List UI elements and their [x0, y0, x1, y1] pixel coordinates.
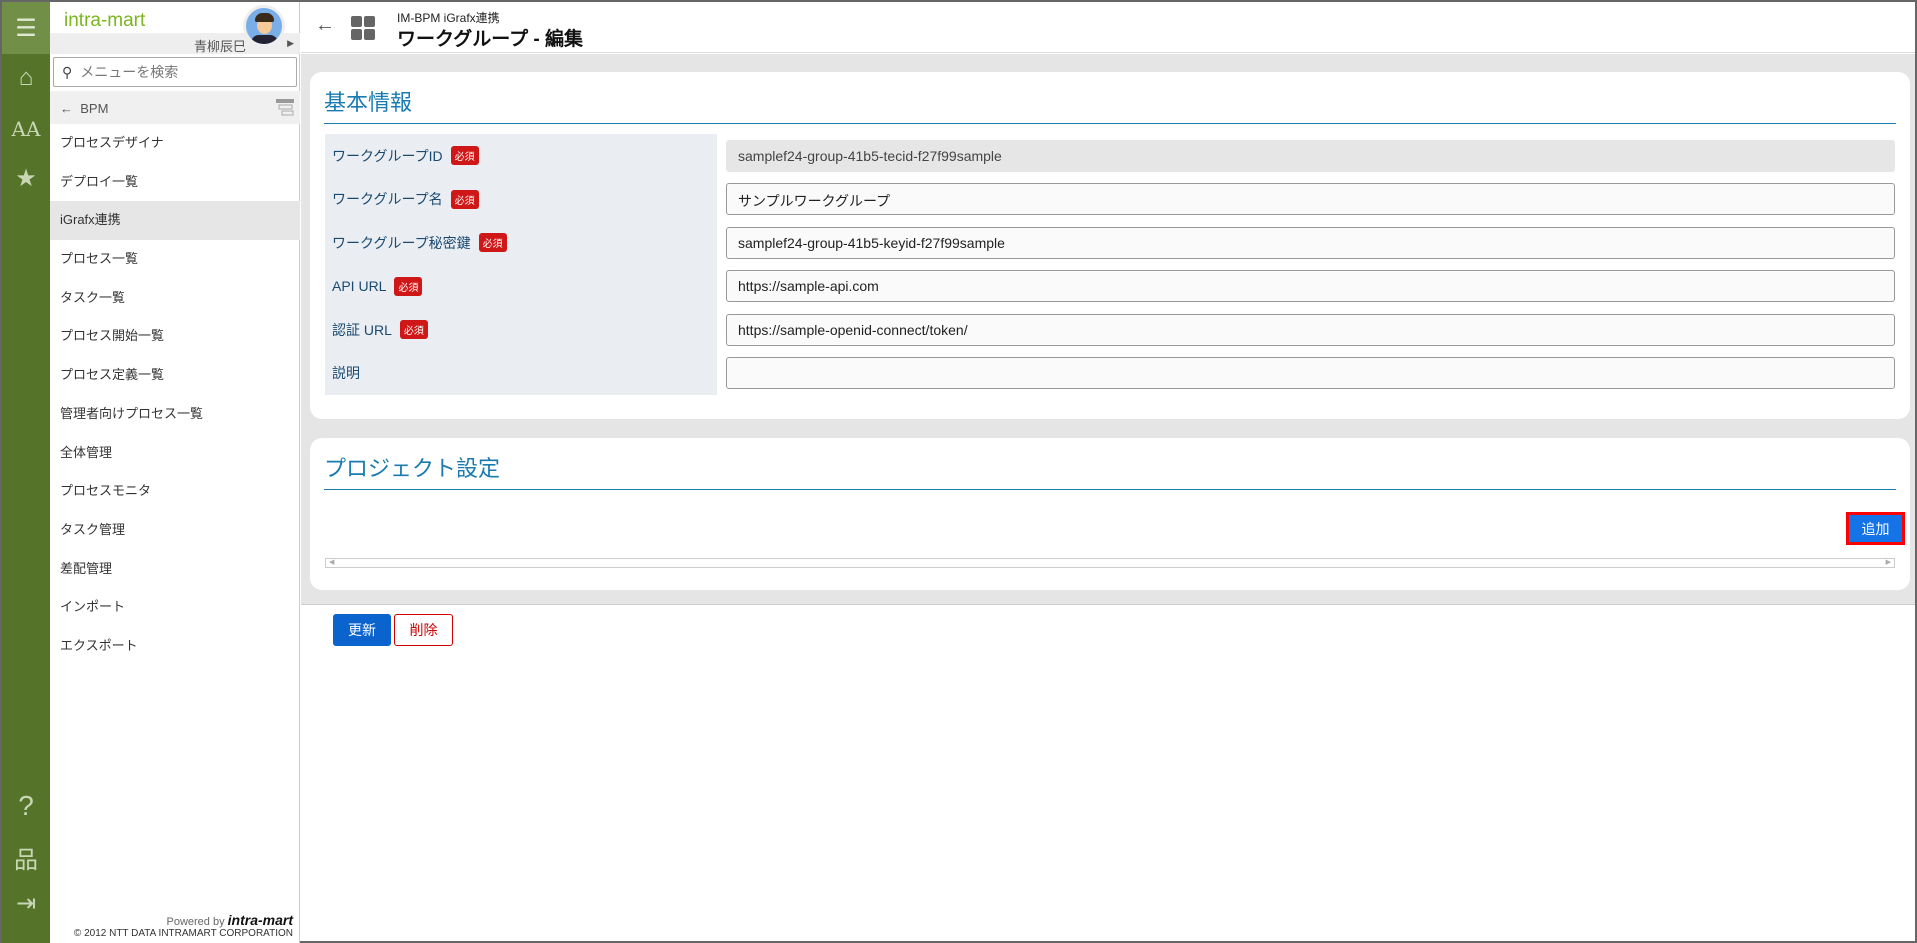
intra-mart-logo: intra-mart — [227, 912, 293, 928]
help-icon[interactable]: ? — [2, 790, 50, 822]
caret-right-icon[interactable]: ▶ — [287, 38, 294, 49]
sidebar-item[interactable]: 管理者向けプロセス一覧 — [50, 395, 300, 434]
back-arrow-icon[interactable]: ← — [315, 14, 335, 37]
copyright: © 2012 NTT DATA INTRAMART CORPORATION — [73, 928, 293, 939]
sidebar-item[interactable]: エクスポート — [50, 627, 300, 666]
search-icon: ⚲ — [62, 63, 73, 80]
field-label: API URL — [332, 278, 387, 295]
workgroup-secret-input[interactable]: samplef24-group-41b5-keyid-f27f99sample — [726, 226, 1895, 259]
auth-url-input[interactable]: https://sample-openid-connect/token/ — [726, 313, 1895, 346]
field-label: 説明 — [332, 365, 360, 382]
sidebar-item[interactable]: タスク一覧 — [50, 279, 300, 318]
project-settings-card: プロジェクト設定 追加 ◀ ▶ — [310, 438, 1910, 590]
menu-search-input[interactable]: ⚲ メニューを検索 — [53, 57, 297, 87]
required-badge: 必須 — [450, 189, 479, 209]
user-name: 青柳辰巳 — [193, 39, 246, 54]
font-size-icon[interactable]: AA — [2, 117, 50, 141]
powered-by: Powered by intra-mart — [166, 912, 293, 928]
app-logo: intra-mart — [64, 10, 146, 31]
powered-by-text: Powered by — [166, 916, 225, 928]
description-input[interactable] — [726, 357, 1895, 390]
global-nav-rail: ☰ ⌂ AA ★ ? 品 ⇥ — [2, 2, 50, 943]
form-row: ワークグループ秘密鍵 必須 samplef24-group-41b5-keyid-f… — [325, 221, 1895, 265]
back-label: BPM — [80, 101, 109, 116]
add-button[interactable]: 追加 — [1846, 512, 1905, 545]
main-content: 基本情報 ワークグループID 必須 samplef24-group-41b5-tec… — [301, 54, 1915, 605]
menu-icon[interactable]: ☰ — [2, 2, 50, 54]
workgroup-name-input[interactable]: サンプルワークグループ — [726, 183, 1895, 216]
sidebar-item[interactable]: プロセス開始一覧 — [50, 317, 300, 356]
sidebar-item[interactable]: タスク管理 — [50, 511, 300, 550]
arrow-left-icon: ← — [60, 101, 73, 116]
scroll-right-icon[interactable]: ▶ — [1886, 559, 1891, 567]
sidebar-item-selected[interactable]: iGrafx連携 — [50, 201, 300, 241]
star-icon[interactable]: ★ — [2, 164, 50, 193]
field-label: ワークグループID — [332, 147, 443, 164]
horizontal-scrollbar[interactable]: ◀ ▶ — [325, 558, 1895, 568]
sidebar-item[interactable]: 全体管理 — [50, 434, 300, 473]
sidebar: intra-mart 青柳辰巳 ▶ ⚲ メニューを検索 ← BPM プロセスデザイ… — [50, 2, 300, 943]
menu-back-bpm[interactable]: ← BPM — [50, 91, 300, 124]
sidebar-item[interactable]: デプロイ一覧 — [50, 163, 300, 202]
sidebar-item[interactable]: 差配管理 — [50, 550, 300, 589]
sidebar-item[interactable]: プロセス定義一覧 — [50, 356, 300, 395]
section-title: プロジェクト設定 — [324, 451, 1896, 490]
form-row: ワークグループID 必須 samplef24-group-41b5-tecid-f2… — [325, 134, 1895, 178]
field-label: ワークグループ名 — [332, 191, 443, 208]
required-badge: 必須 — [394, 276, 423, 296]
basic-info-form: ワークグループID 必須 samplef24-group-41b5-tecid-f2… — [325, 134, 1895, 395]
required-badge: 必須 — [478, 233, 507, 253]
required-badge: 必須 — [450, 146, 479, 166]
section-title: 基本情報 — [324, 85, 1896, 124]
sidebar-item[interactable]: インポート — [50, 588, 300, 627]
form-row: 認証 URL 必須 https://sample-openid-connect/to… — [325, 308, 1895, 352]
avatar[interactable] — [243, 5, 285, 47]
workgroup-id-field: samplef24-group-41b5-tecid-f27f99sample — [726, 139, 1895, 172]
search-placeholder: メニューを検索 — [80, 64, 179, 80]
api-url-input[interactable]: https://sample-api.com — [726, 270, 1895, 303]
scroll-left-icon[interactable]: ◀ — [329, 559, 334, 567]
delete-button[interactable]: 削除 — [394, 614, 453, 646]
app-grid-icon — [351, 16, 375, 40]
form-row: 説明 — [325, 351, 1895, 395]
basic-info-card: 基本情報 ワークグループID 必須 samplef24-group-41b5-tec… — [310, 72, 1910, 419]
page-header: ← IM-BPM iGrafx連携 ワークグループ - 編集 — [301, 2, 1915, 53]
tree-view-icon[interactable] — [276, 97, 294, 117]
form-row: API URL 必須 https://sample-api.com — [325, 264, 1895, 308]
sidebar-item[interactable]: プロセスデザイナ — [50, 124, 300, 163]
sidebar-item[interactable]: プロセスモニタ — [50, 472, 300, 511]
field-label: 認証 URL — [332, 321, 392, 338]
sidebar-menu: プロセスデザイナ デプロイ一覧 iGrafx連携 プロセス一覧 タスク一覧 プロ… — [50, 124, 300, 666]
sitemap-icon[interactable]: 品 — [2, 840, 50, 875]
update-button[interactable]: 更新 — [333, 614, 391, 646]
page-title: ワークグループ - 編集 — [397, 29, 583, 50]
form-row: ワークグループ名 必須 サンプルワークグループ — [325, 177, 1895, 221]
sidebar-item[interactable]: プロセス一覧 — [50, 240, 300, 279]
required-badge: 必須 — [399, 320, 428, 340]
field-label: ワークグループ秘密鍵 — [332, 234, 471, 251]
logout-icon[interactable]: ⇥ — [2, 889, 50, 918]
home-icon[interactable]: ⌂ — [2, 64, 50, 92]
